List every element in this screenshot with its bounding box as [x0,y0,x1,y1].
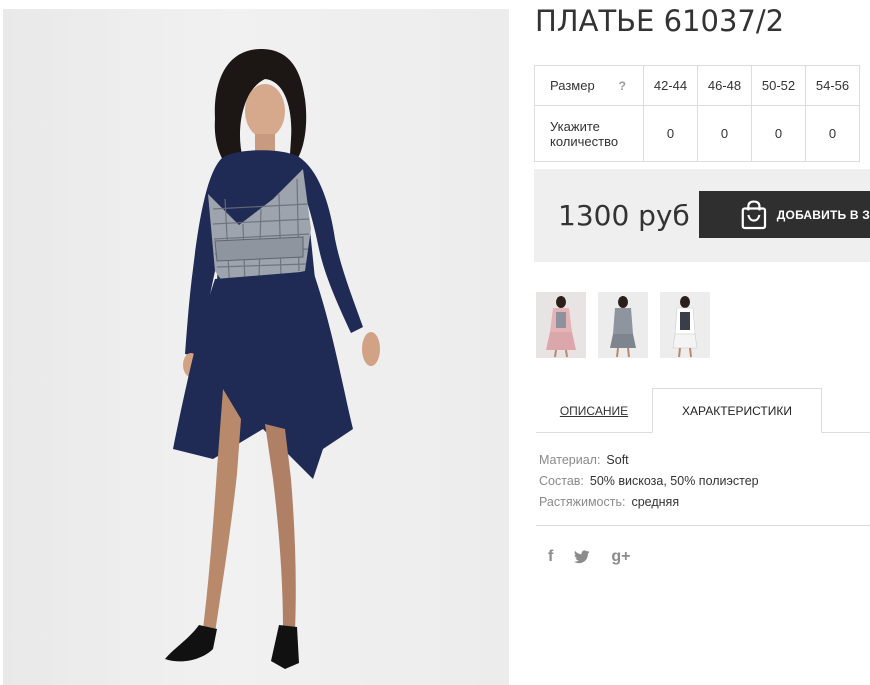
spec-value: Soft [606,453,629,467]
size-row: Размер ? 42-44 46-48 50-52 54-56 [534,65,860,106]
thumbnail-image [536,292,586,358]
quantity-label-cell: Укажите количество [534,105,644,162]
thumbnail-2[interactable] [598,292,648,358]
model-illustration [165,49,380,669]
quantity-input[interactable]: 0 [697,105,752,162]
googleplus-icon[interactable]: g+ [611,548,630,566]
specs-list: Материал: Soft Состав: 50% вискоза, 50% по… [539,450,759,513]
quantity-input[interactable]: 0 [643,105,698,162]
spec-label: Состав: [539,474,584,488]
size-label: Размер [550,78,595,93]
thumbnail-image [598,292,648,358]
spec-label: Растяжимость: [539,495,626,509]
add-to-cart-button[interactable]: ДОБАВИТЬ В З [699,191,870,238]
quantity-input[interactable]: 0 [751,105,806,162]
quantity-label-line2: количество [550,133,619,149]
tab-characteristics[interactable]: ХАРАКТЕРИСТИКИ [652,388,822,433]
size-option: 50-52 [751,65,806,106]
thumbnail-strip [536,292,710,358]
quantity-input[interactable]: 0 [805,105,860,162]
size-option: 42-44 [643,65,698,106]
facebook-icon[interactable]: f [548,548,553,566]
spec-label: Материал: [539,453,601,467]
size-label-cell: Размер ? [534,65,644,106]
price-value: 1300 руб [558,199,690,232]
section-divider [536,525,870,526]
size-table: Размер ? 42-44 46-48 50-52 54-56 Укажите… [534,65,860,162]
price-box: 1300 руб ДОБАВИТЬ В З [534,169,870,262]
tab-description[interactable]: ОПИСАНИЕ [536,388,652,433]
twitter-icon[interactable] [574,550,590,564]
spec-row: Состав: 50% вискоза, 50% полиэстер [539,471,759,492]
thumbnail-image [660,292,710,358]
add-to-cart-label: ДОБАВИТЬ В З [776,207,870,222]
size-option: 46-48 [697,65,752,106]
thumbnail-3[interactable] [660,292,710,358]
size-help-icon[interactable]: ? [619,79,626,94]
product-title: ПЛАТЬЕ 61037/2 [535,4,785,38]
thumbnail-1[interactable] [536,292,586,358]
quantity-label-line1: Укажите [550,118,600,134]
social-share: f g+ [548,548,630,566]
quantity-row: Укажите количество 0 0 0 0 [534,105,860,162]
spec-row: Растяжимость: средняя [539,492,759,513]
product-main-photo[interactable] [3,9,509,685]
spec-value: средняя [631,495,680,509]
spec-value: 50% вискоза, 50% полиэстер [589,474,759,488]
product-tabs: ОПИСАНИЕ ХАРАКТЕРИСТИКИ [536,388,870,433]
spec-row: Материал: Soft [539,450,759,471]
size-option: 54-56 [805,65,860,106]
twitter-bird-shape [574,550,590,564]
shopping-bag-icon [741,199,767,229]
